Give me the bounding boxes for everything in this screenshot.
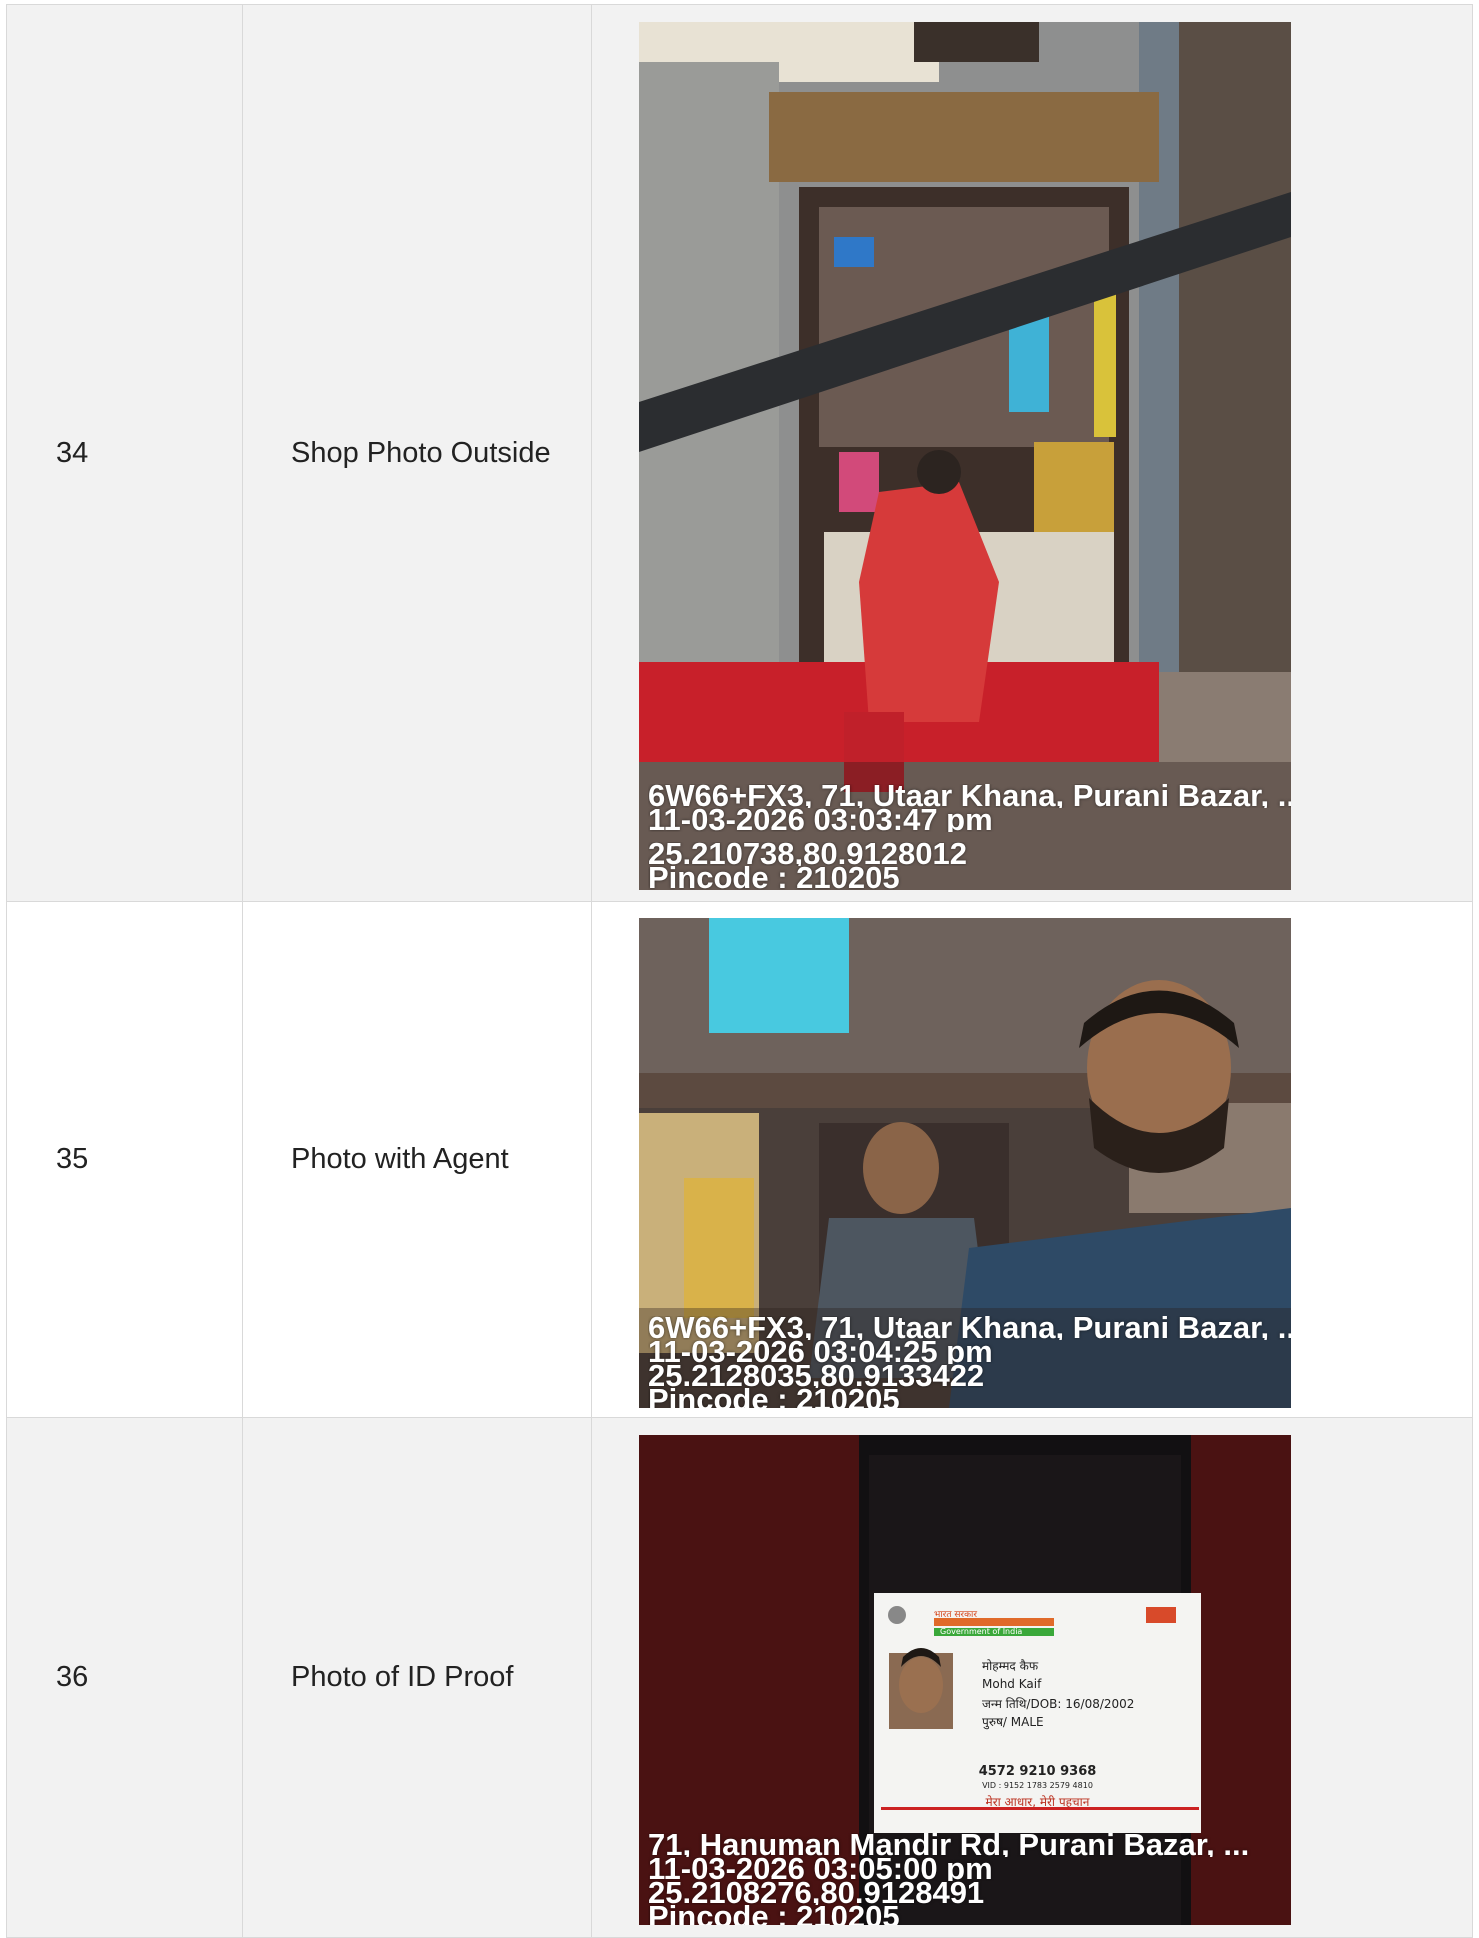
geotag-timestamp: 11-03-2026 03:04:25 pm bbox=[648, 1340, 993, 1364]
table-row: 36 Photo of ID Proof भारत सरकार Governme… bbox=[6, 1417, 1473, 1938]
geotag-overlay: 6W66+FX3, 71, Utaar Khana, Purani Bazar,… bbox=[648, 1316, 1291, 1408]
geotag-coordinates: 25.2108276,80.9128491 bbox=[648, 1881, 985, 1905]
geotag-coordinates: 25.210738,80.9128012 bbox=[648, 842, 967, 866]
photo-cell: 6W66+FX3, 71, Utaar Khana, Purani Bazar,… bbox=[591, 901, 1473, 1418]
row-number: 36 bbox=[6, 1417, 243, 1938]
verification-photo-table: 34 Shop Photo Outside 6W66+FX3, 71, Utaa… bbox=[6, 4, 1473, 1938]
shop-photo: 6W66+FX3, 71, Utaar Khana, Purani Bazar,… bbox=[639, 22, 1291, 890]
id-tagline: मेरा आधार, मेरी पहचान bbox=[985, 1795, 1090, 1809]
geotag-coordinates: 25.2128035,80.9133422 bbox=[648, 1364, 985, 1388]
id-name-en: Mohd Kaif bbox=[982, 1677, 1042, 1691]
row-label: Photo with Agent bbox=[242, 901, 592, 1418]
geotag-timestamp: 11-03-2026 03:03:47 pm bbox=[648, 808, 993, 832]
photo-cell: 6W66+FX3, 71, Utaar Khana, Purani Bazar,… bbox=[591, 4, 1473, 902]
table-row: 35 Photo with Agent 6W66+FX3, 71, Utaar … bbox=[6, 901, 1473, 1418]
geotag-overlay: 71, Hanuman Mandir Rd, Purani Bazar, ...… bbox=[648, 1833, 1291, 1925]
id-number: 4572 9210 9368 bbox=[978, 1764, 1097, 1779]
photo-cell: भारत सरकार Government of India मोहम्मद क… bbox=[591, 1417, 1473, 1938]
geotag-address: 6W66+FX3, 71, Utaar Khana, Purani Bazar,… bbox=[648, 1316, 1291, 1340]
id-proof-photo: भारत सरकार Government of India मोहम्मद क… bbox=[639, 1435, 1291, 1925]
geotag-pincode: Pincode : 210205 bbox=[648, 866, 900, 890]
geotag-pincode: Pincode : 210205 bbox=[648, 1905, 900, 1925]
agent-photo: 6W66+FX3, 71, Utaar Khana, Purani Bazar,… bbox=[639, 918, 1291, 1408]
shop-front-photo-icon bbox=[639, 22, 1291, 890]
geotag-pincode: Pincode : 210205 bbox=[648, 1388, 900, 1408]
id-header-en: Government of India bbox=[940, 1627, 1023, 1636]
row-number: 35 bbox=[6, 901, 243, 1418]
geotag-overlay: 6W66+FX3, 71, Utaar Khana, Purani Bazar,… bbox=[648, 784, 1291, 890]
id-vid: VID : 9152 1783 2579 4810 bbox=[982, 1781, 1093, 1790]
geotag-address: 71, Hanuman Mandir Rd, Purani Bazar, ... bbox=[648, 1833, 1250, 1857]
id-header-hi: भारत सरकार bbox=[934, 1610, 978, 1620]
row-label: Shop Photo Outside bbox=[242, 4, 592, 902]
id-gender: पुरुष/ MALE bbox=[982, 1715, 1044, 1729]
row-label: Photo of ID Proof bbox=[242, 1417, 592, 1938]
row-number: 34 bbox=[6, 4, 243, 902]
id-name-hi: मोहम्मद कैफ bbox=[982, 1659, 1039, 1673]
geotag-timestamp: 11-03-2026 03:05:00 pm bbox=[648, 1857, 993, 1881]
geotag-address: 6W66+FX3, 71, Utaar Khana, Purani Bazar,… bbox=[648, 784, 1291, 808]
id-card-text: भारत सरकार Government of India मोहम्मद क… bbox=[874, 1593, 1201, 1833]
table-row: 34 Shop Photo Outside 6W66+FX3, 71, Utaa… bbox=[6, 4, 1473, 902]
id-dob: जन्म तिथि/DOB: 16/08/2002 bbox=[982, 1697, 1135, 1711]
